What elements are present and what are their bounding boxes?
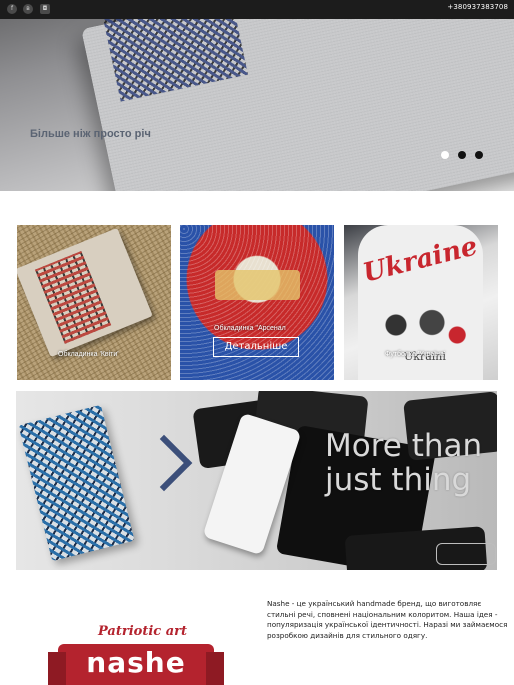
slider-dot-2[interactable] — [458, 151, 466, 159]
promo-banner[interactable]: More than just thing — [16, 391, 497, 570]
slider-dot-1[interactable] — [441, 151, 449, 159]
page: f в ◘ +380937383708 Більше ніж просто рі… — [0, 0, 514, 685]
product-image — [17, 227, 153, 358]
chevron-right-icon — [135, 434, 193, 492]
details-button[interactable]: Детальніше — [213, 337, 299, 357]
product-card-arsenal[interactable]: Обкладинка "Арсенал Детальніше — [180, 225, 334, 380]
top-bar: f в ◘ +380937383708 — [0, 0, 514, 19]
banner-headline: More than just thing — [325, 428, 483, 498]
product-caption: Обкладинка 'Квіти' — [58, 351, 119, 358]
hero-slider: Більше ніж просто річ — [0, 19, 514, 191]
banner-logo — [436, 543, 496, 565]
hero-tagline: Більше ніж просто річ — [30, 128, 151, 140]
slider-dot-3[interactable] — [475, 151, 483, 159]
product-card-kvity[interactable]: Обкладинка 'Квіти' — [17, 225, 171, 380]
about-text: Nashe - це український handmade бренд, щ… — [267, 599, 508, 640]
product-caption: Обкладинка "Арсенал — [214, 325, 286, 332]
instagram-icon[interactable]: ◘ — [40, 4, 50, 14]
vk-icon[interactable]: в — [23, 4, 33, 14]
phone-number[interactable]: +380937383708 — [447, 3, 508, 11]
logo-wordmark: nashe — [86, 646, 186, 679]
product-caption: Футболка 'Україна' — [385, 351, 446, 358]
brand-logo[interactable]: Patriotic art nashe — [48, 624, 224, 685]
facebook-icon[interactable]: f — [7, 4, 17, 14]
print-graphic — [378, 305, 468, 355]
logo-tagline: Patriotic art — [98, 624, 187, 639]
phone-case-image — [18, 404, 135, 562]
bead-ornament — [215, 270, 300, 300]
product-card-ukraine[interactable]: Ukraine Ukraini Футболка 'Україна' — [344, 225, 498, 380]
